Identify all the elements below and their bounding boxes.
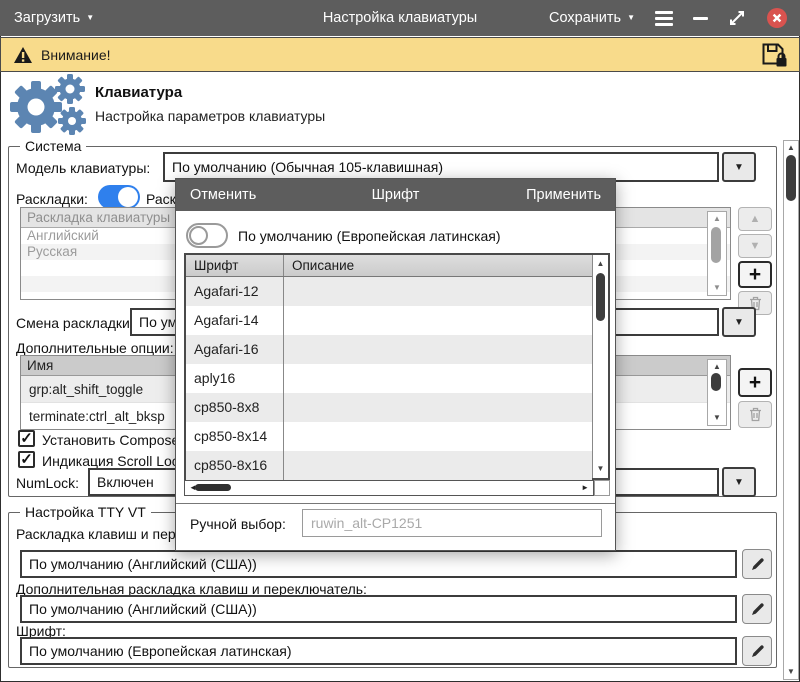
page-title: Клавиатура xyxy=(95,84,182,101)
close-icon[interactable] xyxy=(766,7,788,29)
layouts-label: Раскладки: xyxy=(16,191,88,207)
table-row[interactable]: Agafari-12 xyxy=(186,277,592,306)
keyboard-model-dropdown-button[interactable]: ▼ xyxy=(722,152,756,182)
keyboard-model-label: Модель клавиатуры: xyxy=(16,160,150,176)
font-default-toggle[interactable] xyxy=(186,223,228,248)
extra-options-label: Дополнительные опции: xyxy=(16,340,174,356)
layout-switch-label: Смена раскладки: xyxy=(16,315,134,331)
warning-bar: Внимание! xyxy=(0,37,800,72)
table-row[interactable]: Agafari-14 xyxy=(186,306,592,335)
floppy-lock-icon xyxy=(761,42,787,67)
numlock-value: Включен xyxy=(97,474,154,490)
chevron-down-icon: ▼ xyxy=(627,14,635,22)
scroll-up-icon[interactable]: ▲ xyxy=(593,257,608,271)
save-to-disk-button[interactable] xyxy=(761,42,787,67)
tty-keymap-label: Раскладка клавиш и пере xyxy=(16,526,183,542)
apply-button[interactable]: Применить xyxy=(526,187,601,203)
load-menu-label: Загрузить xyxy=(14,10,80,26)
scroll-down-icon[interactable]: ▼ xyxy=(593,462,608,476)
manual-select-input[interactable] xyxy=(302,509,602,537)
layouts-list-scrollbar[interactable]: ▲ ▼ xyxy=(707,211,727,296)
table-row[interactable]: cp850-8x8 xyxy=(186,393,592,422)
description-column-header[interactable]: Описание xyxy=(284,255,592,276)
pencil-icon xyxy=(750,644,765,659)
scroll-up-icon[interactable]: ▲ xyxy=(708,212,726,226)
scroll-right-icon[interactable]: ► xyxy=(581,481,589,495)
check-icon: ✓ xyxy=(20,452,33,467)
arrow-down-icon: ▼ xyxy=(750,240,761,252)
scroll-down-icon[interactable]: ▼ xyxy=(708,411,726,425)
minimize-icon[interactable] xyxy=(693,17,708,20)
scroll-up-icon[interactable]: ▲ xyxy=(784,141,798,155)
table-row[interactable]: Agafari-16 xyxy=(186,335,592,364)
pencil-icon xyxy=(750,602,765,617)
scrollbar-corner xyxy=(594,480,610,496)
check-icon: ✓ xyxy=(20,431,33,446)
compose-checkbox[interactable]: ✓ xyxy=(18,430,35,447)
table-row[interactable]: cp850-8x16 xyxy=(186,451,592,480)
plus-icon: + xyxy=(749,372,761,393)
keyboard-model-value: По умолчанию (Обычная 105-клавишная) xyxy=(172,159,443,175)
scroll-down-icon[interactable]: ▼ xyxy=(708,281,726,295)
tty-font-edit-button[interactable] xyxy=(742,636,772,666)
manual-select-label: Ручной выбор: xyxy=(190,516,286,532)
font-table: Шрифт Описание Agafari-12 Agafari-14 Aga… xyxy=(184,253,610,480)
chevron-down-icon: ▼ xyxy=(86,14,94,22)
tty-alt-keymap-edit-button[interactable] xyxy=(742,594,772,624)
extra-options-scrollbar[interactable]: ▲ ▼ xyxy=(707,359,727,426)
scrolllock-checkbox-label: Индикация Scroll Lock xyxy=(42,453,186,469)
scroll-up-icon[interactable]: ▲ xyxy=(708,360,726,374)
font-table-scrollbar[interactable]: ▲ ▼ xyxy=(592,255,608,478)
tty-alt-keymap-field[interactable] xyxy=(20,595,737,623)
layout-switch-value: По ум xyxy=(139,314,177,330)
system-group-legend: Система xyxy=(20,138,86,154)
arrow-up-icon: ▲ xyxy=(750,213,761,225)
tty-keymap-edit-button[interactable] xyxy=(742,549,772,579)
save-menu-label: Сохранить xyxy=(549,10,621,26)
hamburger-menu-icon[interactable] xyxy=(655,11,673,26)
scrolllock-checkbox[interactable]: ✓ xyxy=(18,451,35,468)
titlebar: Загрузить ▼ Настройка клавиатуры Сохрани… xyxy=(0,0,800,36)
numlock-dropdown-button[interactable]: ▼ xyxy=(722,467,756,497)
table-row[interactable]: aply16 xyxy=(186,364,592,393)
font-column-header[interactable]: Шрифт xyxy=(186,255,284,276)
plus-icon: + xyxy=(749,264,761,285)
chevron-down-icon: ▼ xyxy=(734,477,744,488)
warning-text: Внимание! xyxy=(41,47,111,63)
scroll-down-icon[interactable]: ▼ xyxy=(784,665,798,679)
tty-font-field[interactable] xyxy=(20,637,737,665)
layout-switch-dropdown-button[interactable]: ▼ xyxy=(722,307,756,337)
trash-icon xyxy=(749,407,762,422)
cancel-button[interactable]: Отменить xyxy=(190,187,256,203)
font-dialog-header: Отменить Шрифт Применить xyxy=(176,179,615,211)
numlock-label: NumLock: xyxy=(16,475,79,491)
tty-keymap-field[interactable] xyxy=(20,550,737,578)
warning-icon xyxy=(13,46,33,64)
font-table-hscrollbar[interactable]: ◄ ► xyxy=(184,480,594,496)
option-delete-button[interactable] xyxy=(738,401,772,428)
gears-icon xyxy=(6,73,90,137)
font-dialog: Отменить Шрифт Применить По умолчанию (Е… xyxy=(175,178,616,551)
table-row[interactable]: cp850-8x14 xyxy=(186,422,592,451)
layout-add-button[interactable]: + xyxy=(738,261,772,288)
layout-move-down-button[interactable]: ▼ xyxy=(738,234,772,258)
keyboard-settings-window: Загрузить ▼ Настройка клавиатуры Сохрани… xyxy=(0,0,800,682)
option-add-button[interactable]: + xyxy=(738,368,772,397)
page-subtitle: Настройка параметров клавиатуры xyxy=(95,108,325,124)
layouts-toggle[interactable] xyxy=(98,185,140,209)
fullscreen-icon[interactable] xyxy=(728,9,746,27)
chevron-down-icon: ▼ xyxy=(734,317,744,328)
compose-checkbox-label: Установить Compose xyxy=(42,432,179,448)
pencil-icon xyxy=(750,557,765,572)
layout-move-up-button[interactable]: ▲ xyxy=(738,207,772,231)
main-scrollbar[interactable]: ▲ ▼ xyxy=(783,140,799,680)
tty-group-legend: Настройка TTY VT xyxy=(20,504,151,520)
font-default-toggle-label: По умолчанию (Европейская латинская) xyxy=(238,228,501,244)
save-menu-button[interactable]: Сохранить ▼ xyxy=(549,10,635,26)
chevron-down-icon: ▼ xyxy=(734,162,744,173)
load-menu-button[interactable]: Загрузить ▼ xyxy=(0,0,108,36)
